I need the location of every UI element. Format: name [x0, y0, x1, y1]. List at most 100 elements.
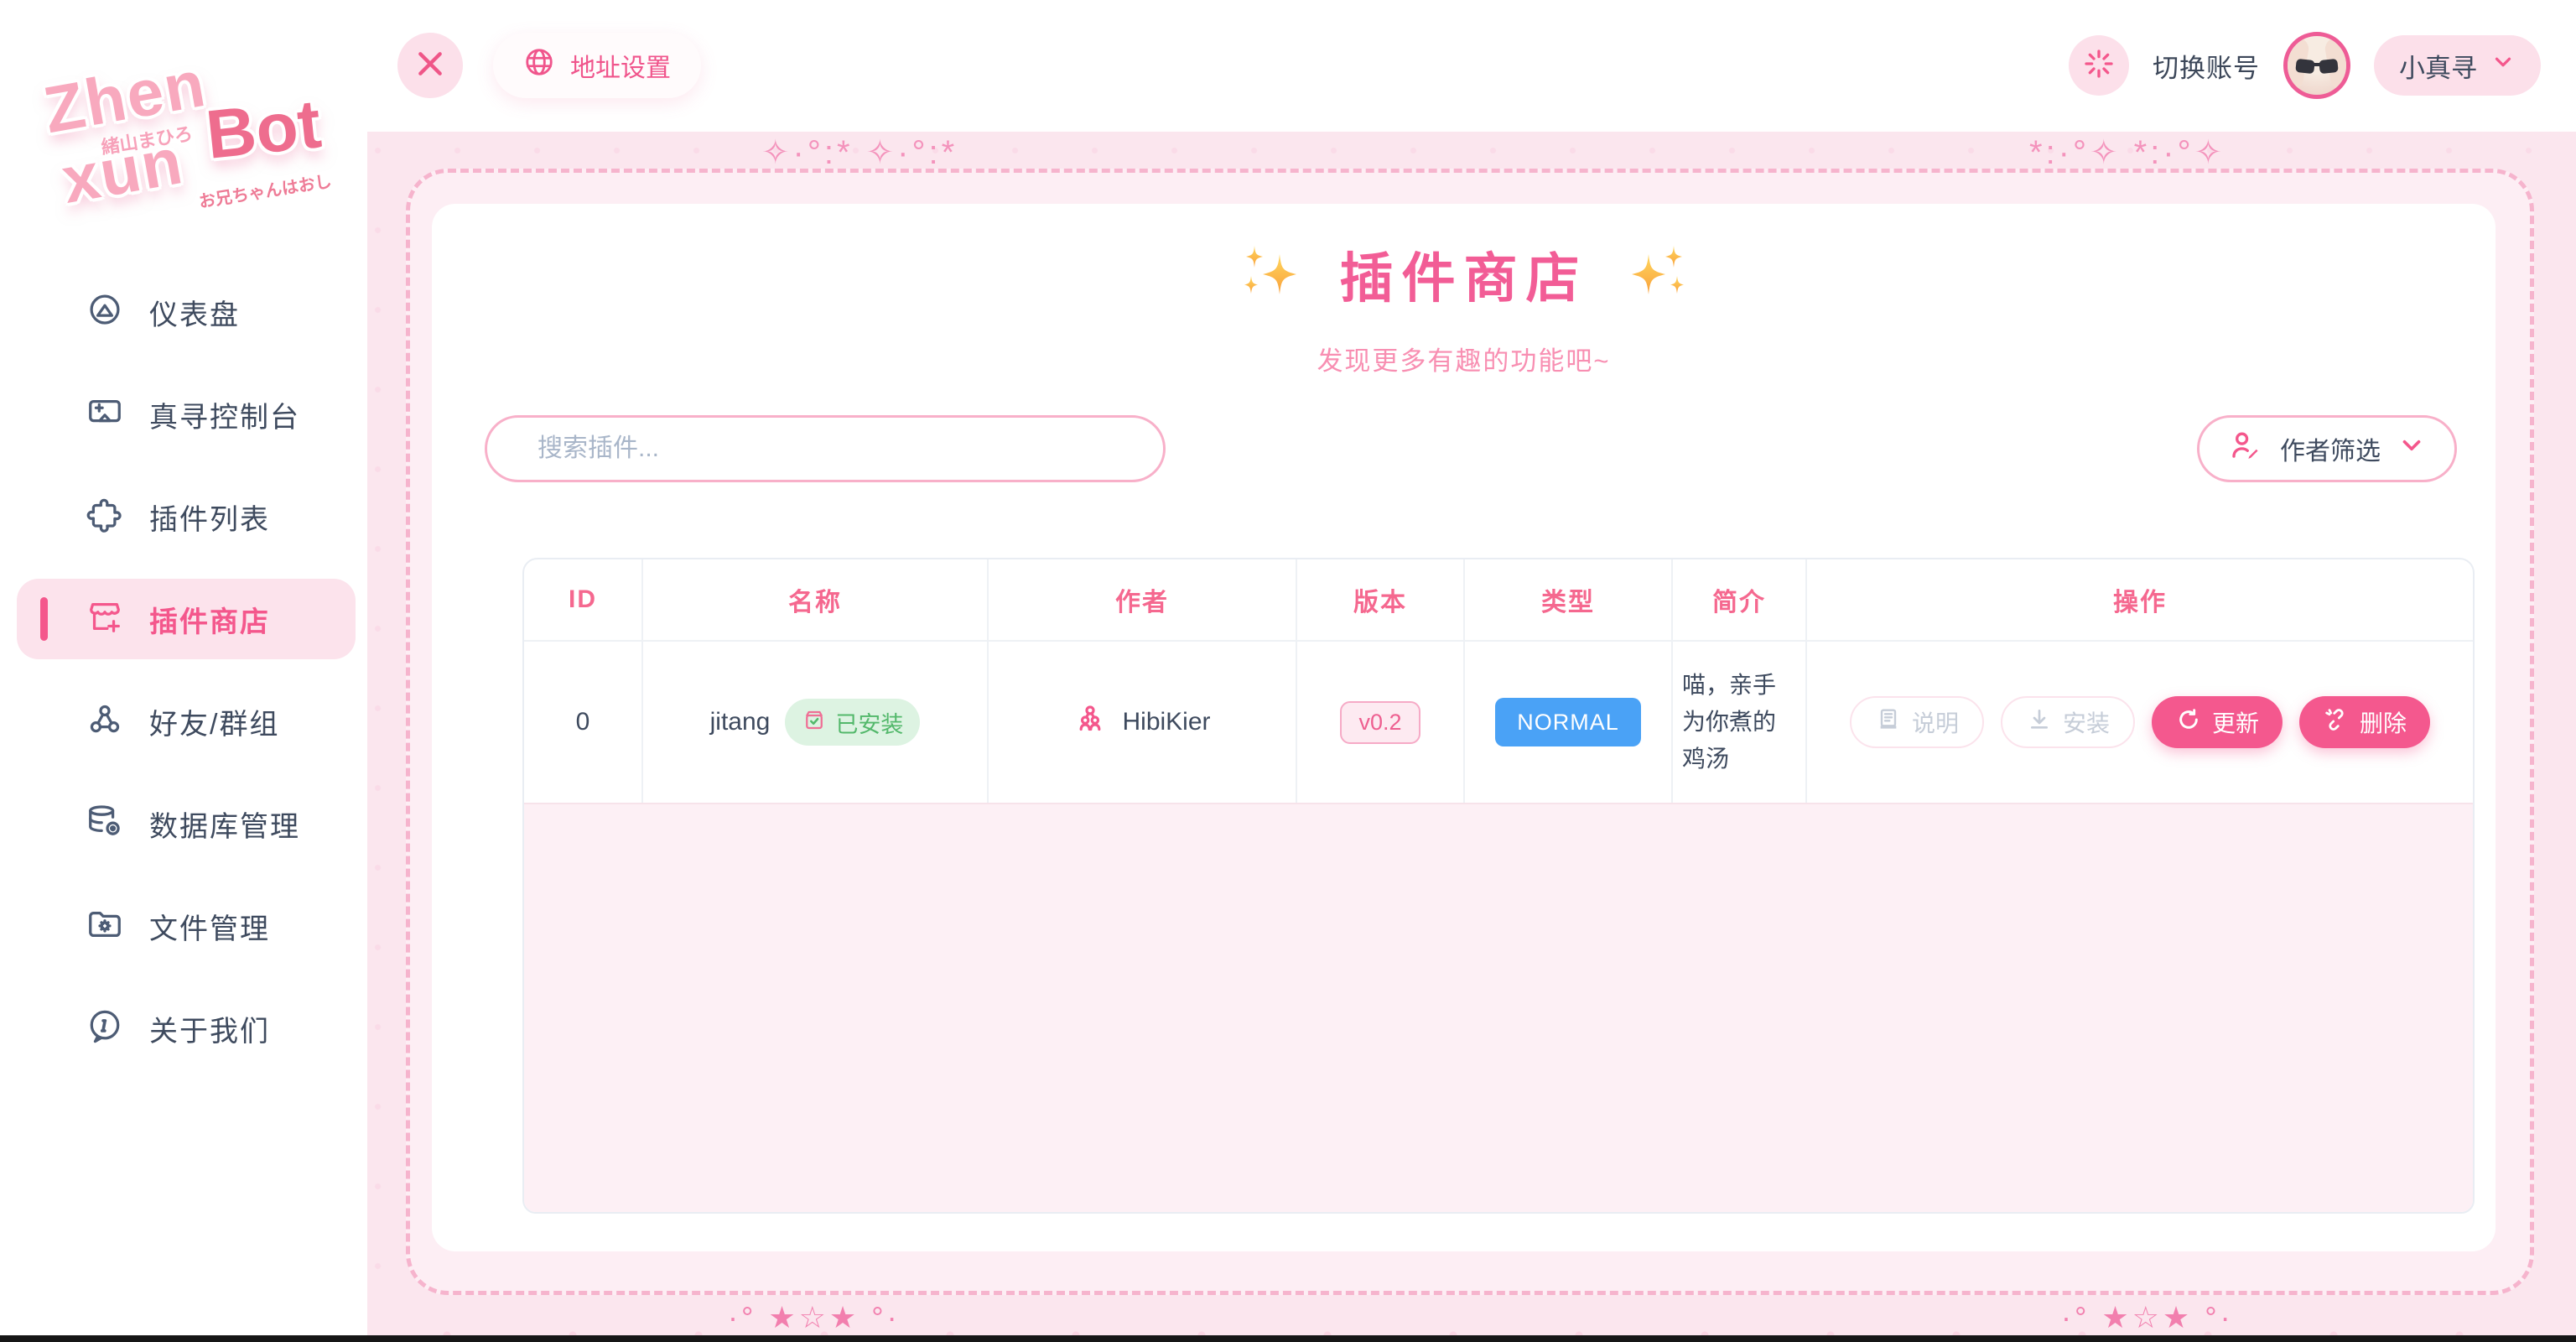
row-actions: 说明 安装 更新 删除 [1850, 696, 2430, 748]
author-pen-icon [2228, 428, 2263, 470]
app-logo: Zhen xun Bot 緒山まひろ お兄ちゃんはおし [0, 25, 367, 235]
column-header-actions: 操作 [1807, 559, 2473, 640]
close-icon [413, 47, 447, 85]
delete-button-label: 删除 [2360, 705, 2407, 739]
column-header-desc: 简介 [1673, 559, 1807, 640]
sidebar-nav: 仪表盘 真寻控制台 插件列表 插件商店 好友/群组 数据库管理 [0, 272, 367, 1069]
puzzle-icon [86, 496, 124, 538]
info-bubble-icon [86, 1007, 124, 1050]
sidebar-item-plugin-store[interactable]: 插件商店 [17, 579, 356, 659]
table-empty-area [524, 804, 2473, 1212]
install-button-label: 安装 [2063, 705, 2110, 739]
sidebar-item-label: 关于我们 [149, 1008, 270, 1049]
window-bottom-edge [0, 1335, 2576, 1342]
sidebar-item-dashboard[interactable]: 仪表盘 [17, 272, 356, 352]
sidebar-item-plugin-list[interactable]: 插件列表 [17, 476, 356, 557]
column-header-author: 作者 [989, 559, 1297, 640]
page-subtitle: 发现更多有趣的功能吧~ [432, 340, 2496, 377]
column-header-version: 版本 [1297, 559, 1465, 640]
sidebar-item-label: 真寻控制台 [149, 394, 300, 435]
app-window: Zhen xun Bot 緒山まひろ お兄ちゃんはおし 仪表盘 真寻控制台 插件… [0, 0, 2576, 1342]
sunglasses-art [2295, 59, 2315, 74]
doc-button-label: 说明 [1912, 705, 1959, 739]
account-name-dropdown[interactable]: 小真寻 [2374, 35, 2541, 96]
plugin-description: 喵，亲手为你煮的鸡汤 [1682, 667, 1796, 778]
refresh-icon [2175, 706, 2202, 739]
burst-icon [2082, 47, 2116, 85]
version-badge: v0.2 [1340, 701, 1420, 744]
column-header-type: 类型 [1465, 559, 1673, 640]
sidebar: Zhen xun Bot 緒山まひろ お兄ちゃんはおし 仪表盘 真寻控制台 插件… [0, 0, 367, 1335]
table-row: 0 jitang 已安装 HibiKier v0.2 [524, 642, 2473, 804]
database-icon [86, 803, 124, 845]
users-icon [86, 700, 124, 743]
sidebar-item-label: 数据库管理 [149, 804, 300, 845]
unlink-icon [2323, 706, 2350, 739]
search-input[interactable] [485, 415, 1166, 482]
column-header-name: 名称 [643, 559, 989, 640]
sidebar-item-about[interactable]: 关于我们 [17, 988, 356, 1069]
delete-button[interactable]: 删除 [2299, 696, 2430, 748]
box-check-icon [802, 707, 827, 738]
plugin-table: ID 名称 作者 版本 类型 简介 操作 0 jitang 已安装 [522, 558, 2475, 1214]
author-name: HibiKier [1122, 708, 1210, 736]
column-header-id: ID [524, 559, 643, 640]
close-button[interactable] [397, 33, 463, 98]
installed-label: 已安装 [835, 706, 903, 739]
plugin-name: jitang [710, 708, 771, 736]
cell-version: v0.2 [1297, 642, 1465, 803]
download-icon [2026, 706, 2053, 739]
update-button[interactable]: 更新 [2152, 696, 2283, 748]
active-indicator-bar [40, 597, 48, 641]
plugin-store-card: 插件商店 发现更多有趣的功能吧~ 作者筛选 ID [432, 204, 2496, 1251]
sidebar-item-label: 插件列表 [149, 497, 270, 538]
sidebar-item-label: 插件商店 [149, 599, 270, 640]
type-badge: NORMAL [1495, 698, 1641, 746]
sidebar-item-database[interactable]: 数据库管理 [17, 783, 356, 864]
sparkles-icon [1236, 239, 1306, 309]
sidebar-item-friends-groups[interactable]: 好友/群组 [17, 681, 356, 762]
page-title: 插件商店 [1340, 236, 1588, 313]
main-content: ✧·°:* ✧·°:* *:·°✧ *:·°✧ ·° ★☆★ °· ·° ★☆★… [367, 132, 2576, 1335]
logo-text-bot: Bot [202, 85, 325, 175]
sidebar-item-label: 仪表盘 [149, 292, 240, 333]
install-button[interactable]: 安装 [2001, 696, 2135, 748]
author-people-icon [1073, 702, 1107, 742]
sparkles-icon [1622, 239, 1692, 309]
chevron-down-icon [2490, 49, 2516, 81]
topbar-right-cluster: 切换账号 小真寻 [2069, 33, 2541, 98]
console-icon [86, 393, 124, 436]
sparkle-decoration: *:·°✧ *:·°✧ [2029, 133, 2225, 172]
store-icon [86, 598, 124, 641]
star-decoration: ·° ★☆★ °· [2061, 1300, 2234, 1335]
address-settings-button[interactable]: 地址设置 [493, 33, 701, 98]
star-decoration: ·° ★☆★ °· [728, 1300, 901, 1335]
document-icon [1875, 706, 1902, 739]
installed-badge: 已安装 [785, 699, 920, 746]
page-title-row: 插件商店 [432, 236, 2496, 313]
address-settings-label: 地址设置 [570, 47, 671, 84]
update-button-label: 更新 [2212, 705, 2259, 739]
user-avatar[interactable] [2283, 32, 2350, 99]
theme-sparkle-button[interactable] [2069, 35, 2129, 96]
cell-name: jitang 已安装 [643, 642, 989, 803]
sidebar-item-label: 好友/群组 [149, 701, 279, 742]
author-filter-label: 作者筛选 [2280, 430, 2381, 467]
cell-type: NORMAL [1465, 642, 1673, 803]
cell-actions: 说明 安装 更新 删除 [1807, 642, 2473, 803]
table-header-row: ID 名称 作者 版本 类型 简介 操作 [524, 559, 2473, 642]
globe-icon [523, 46, 555, 85]
topbar: 地址设置 切换账号 小真寻 [367, 0, 2576, 132]
cell-description: 喵，亲手为你煮的鸡汤 [1673, 642, 1807, 803]
sparkle-decoration: ✧·°:* ✧·°:* [761, 133, 958, 172]
gauge-icon [86, 291, 124, 334]
author-filter-dropdown[interactable]: 作者筛选 [2197, 415, 2457, 482]
sidebar-item-files[interactable]: 文件管理 [17, 886, 356, 966]
cell-author: HibiKier [989, 642, 1297, 803]
sidebar-item-label: 文件管理 [149, 906, 270, 947]
folder-gear-icon [86, 905, 124, 948]
chevron-down-icon [2397, 431, 2426, 466]
doc-button[interactable]: 说明 [1850, 696, 1984, 748]
sidebar-item-console[interactable]: 真寻控制台 [17, 374, 356, 455]
switch-account-label: 切换账号 [2153, 47, 2260, 85]
